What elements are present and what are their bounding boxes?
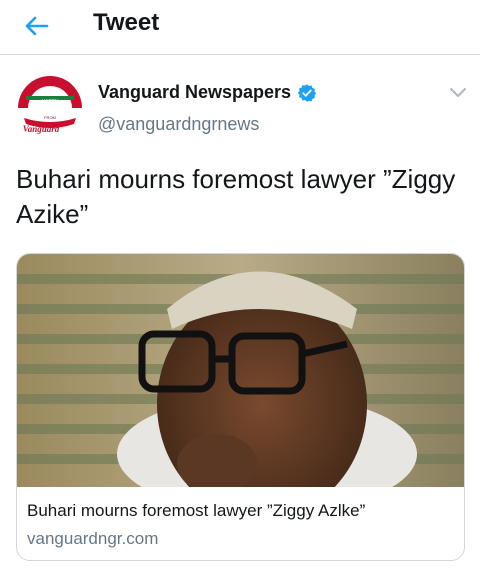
verified-badge-icon [297,83,317,102]
svg-text:FROM: FROM [44,115,56,120]
card-title: Buhari mourns foremost lawyer ”Ziggy Azl… [27,501,366,520]
page-title: Tweet [93,9,160,36]
card-image [17,254,464,487]
tweet-text: Buhari mourns foremost lawyer ”Ziggy Azi… [16,164,456,229]
header-bar: Tweet [0,0,480,55]
avatar[interactable]: HAPPY INDEPENDENCE DAY FROM Vanguard [16,74,84,142]
link-card[interactable]: Buhari mourns foremost lawyer ”Ziggy Azl… [16,253,465,561]
arrow-left-icon[interactable] [22,11,52,41]
card-domain: vanguardngr.com [27,529,159,548]
tweet: HAPPY INDEPENDENCE DAY FROM Vanguard Van… [0,55,480,581]
svg-text:Vanguard: Vanguard [23,124,60,134]
display-name[interactable]: Vanguard Newspapers [98,82,317,103]
display-name-text: Vanguard Newspapers [98,82,292,102]
chevron-down-icon[interactable] [448,85,468,101]
user-handle: @vanguardngrnews [98,114,260,134]
